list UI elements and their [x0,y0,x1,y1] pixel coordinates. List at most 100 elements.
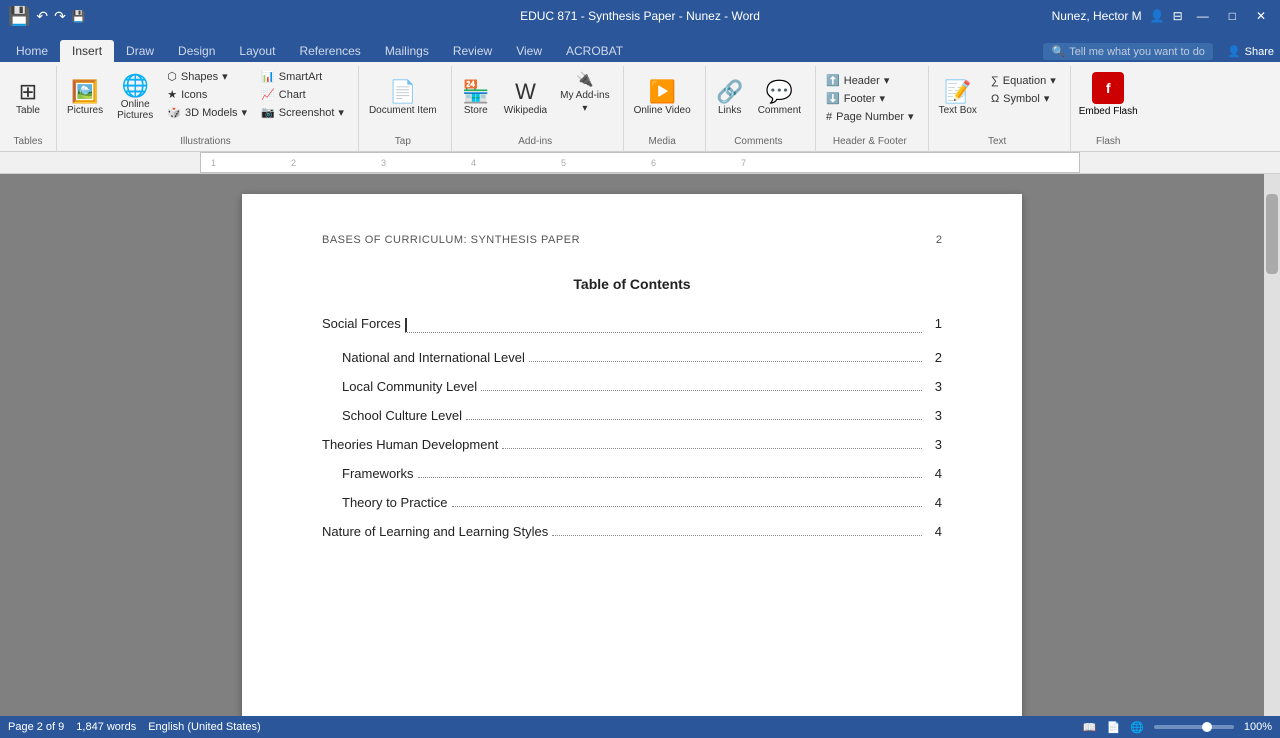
3d-dropdown[interactable]: ▾ [242,106,248,119]
page-number-button[interactable]: # Page Number ▾ [820,108,920,125]
read-mode-icon[interactable]: 📖 [1083,721,1097,734]
ribbon-group-links: 🔗 Links 💬 Comment Comments [706,66,816,151]
footer-button[interactable]: ⬇️ Footer ▾ [820,90,920,107]
print-layout-icon[interactable]: 📄 [1106,721,1120,734]
shapes-button[interactable]: ⬡ Shapes ▾ [161,68,253,85]
shapes-dropdown[interactable]: ▾ [222,70,228,83]
scrollbar-thumb[interactable] [1266,194,1278,274]
close-btn[interactable]: ✕ [1250,9,1272,23]
pictures-button[interactable]: 🖼️ Pictures [61,68,109,128]
equation-icon: ∑ [991,75,999,87]
screenshot-dropdown[interactable]: ▾ [338,106,344,119]
table-button[interactable]: ⊞ Table [8,68,48,128]
document-item-button[interactable]: 📄 Document Item [363,68,443,128]
tab-review[interactable]: Review [441,40,504,62]
ribbon-group-flash: f Embed Flash Flash [1071,66,1150,151]
tab-mailings[interactable]: Mailings [373,40,441,62]
undo-btn[interactable]: ↶ [36,8,48,25]
toc-entry-text: Theory to Practice [342,495,448,510]
equation-button[interactable]: ∑ Equation ▾ [985,72,1062,89]
footer-dropdown[interactable]: ▾ [880,92,886,105]
embed-flash-button[interactable]: f Embed Flash [1075,68,1142,121]
toc-dots [418,477,922,478]
screenshot-button[interactable]: 📷 Screenshot ▾ [255,104,350,121]
pictures-icon: 🖼️ [71,81,98,103]
header-footer-col: ⬆️ Header ▾ ⬇️ Footer ▾ # Page Number ▾ [820,72,920,125]
profile-icon: 👤 [1150,9,1165,23]
zoom-slider[interactable] [1154,725,1234,729]
links-button[interactable]: 🔗 Links [710,68,750,128]
page-header: BASES OF CURRICULUM: SYNTHESIS PAPER 2 [322,234,942,246]
ribbon-display-icon[interactable]: ⊟ [1173,9,1183,23]
header-button[interactable]: ⬆️ Header ▾ [820,72,920,89]
toc-page-num: 4 [926,466,942,481]
toc-entry: Frameworks 4 [322,466,942,481]
tab-acrobat[interactable]: ACROBAT [554,40,635,62]
text-row: 📝 Text Box ∑ Equation ▾ Ω Symbol ▾ [933,68,1062,134]
3d-models-button[interactable]: 🎲 3D Models ▾ [161,104,253,121]
page-info: Page 2 of 9 [8,721,64,733]
tab-design[interactable]: Design [166,40,227,62]
title-bar: 💾 ↶ ↷ 💾 EDUC 871 - Synthesis Paper - Nun… [0,0,1280,32]
ribbon-group-illustrations: 🖼️ Pictures 🌐 OnlinePictures ⬡ Shapes ▾ … [57,66,359,151]
toc-dots [529,361,922,362]
flash-label: Flash [1075,134,1142,147]
icons-button[interactable]: ★ Icons [161,86,253,103]
minimize-btn[interactable]: — [1191,9,1215,23]
search-icon: 🔍 [1051,45,1065,58]
tab-references[interactable]: References [287,40,372,62]
symbol-button[interactable]: Ω Symbol ▾ [985,90,1062,107]
maximize-btn[interactable]: □ [1223,9,1242,23]
tab-view[interactable]: View [504,40,554,62]
ribbon-group-addins: 🏪 Store W Wikipedia 🔌 My Add-ins ▾ Add-i… [452,66,624,151]
tables-row: ⊞ Table [8,68,48,134]
toc-entry: Local Community Level3 [322,379,942,394]
store-button[interactable]: 🏪 Store [456,68,496,128]
document-title: EDUC 871 - Synthesis Paper - Nunez - Wor… [520,9,760,23]
tab-draw[interactable]: Draw [114,40,166,62]
eq-dropdown[interactable]: ▾ [1050,74,1056,87]
header-footer-label: Header & Footer [820,134,920,147]
page-number-dropdown[interactable]: ▾ [908,110,914,123]
ribbon-group-tables: ⊞ Table Tables [4,66,57,151]
sym-dropdown[interactable]: ▾ [1044,92,1050,105]
ribbon-tab-bar: Home Insert Draw Design Layout Reference… [0,32,1280,62]
text-cursor [405,318,407,332]
toc-entry: School Culture Level3 [322,408,942,423]
redo-btn[interactable]: ↷ [54,8,66,25]
share-button[interactable]: 👤 Share [1221,43,1280,60]
toc-entry-text: National and International Level [342,350,525,365]
toc-page-num: 3 [926,408,942,423]
comment-button[interactable]: 💬 Comment [752,68,807,128]
smartart-button[interactable]: 📊 SmartArt [255,68,350,85]
footer-icon: ⬇️ [826,92,840,105]
online-video-button[interactable]: ▶️ Online Video [628,68,697,128]
ribbon-group-media: ▶️ Online Video Media [624,66,706,151]
toc-entry: Theory to Practice4 [322,495,942,510]
chart-button[interactable]: 📈 Chart [255,86,350,103]
my-addins-dropdown[interactable]: ▾ [582,103,587,114]
tab-insert[interactable]: Insert [60,40,114,62]
header-dropdown[interactable]: ▾ [884,74,890,87]
header-icon: ⬆️ [826,74,840,87]
side-scrollbar[interactable] [1264,174,1280,716]
header-text-left: BASES OF CURRICULUM: SYNTHESIS PAPER [322,234,580,246]
toc-entry-text: Frameworks [342,466,414,481]
user-name: Nunez, Hector M [1052,9,1142,23]
web-layout-icon[interactable]: 🌐 [1130,721,1144,734]
tab-home[interactable]: Home [4,40,60,62]
language: English (United States) [148,721,261,733]
tab-layout[interactable]: Layout [227,40,287,62]
document-scroll[interactable]: BASES OF CURRICULUM: SYNTHESIS PAPER 2 T… [0,174,1264,716]
toc-dots [405,316,922,333]
ribbon-search[interactable]: 🔍 Tell me what you want to do [1043,43,1212,60]
wikipedia-button[interactable]: W Wikipedia [498,68,553,128]
header-text-right: 2 [936,234,942,246]
toc-dots [502,448,922,449]
my-addins-button[interactable]: 🔌 My Add-ins ▾ [555,68,614,117]
online-pictures-button[interactable]: 🌐 OnlinePictures [111,68,159,128]
textbox-button[interactable]: 📝 Text Box [933,68,983,128]
toc-entry: Theories Human Development3 [322,437,942,452]
document-area: BASES OF CURRICULUM: SYNTHESIS PAPER 2 T… [0,174,1280,716]
addins-row: 🏪 Store W Wikipedia 🔌 My Add-ins ▾ [456,68,615,134]
